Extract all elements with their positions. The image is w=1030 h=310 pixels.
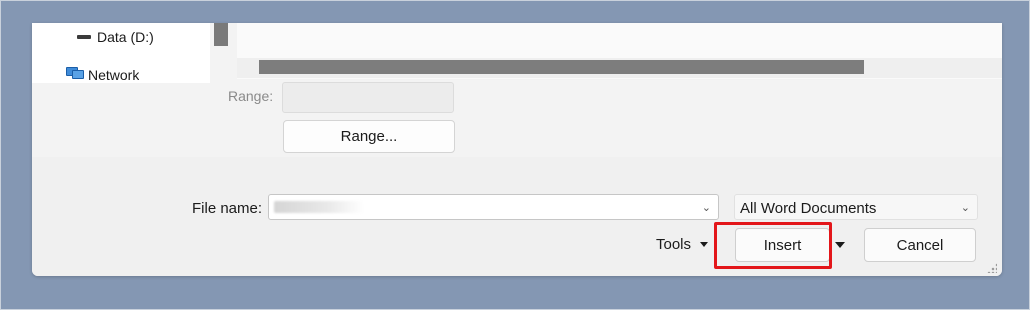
range-button[interactable]: Range... <box>283 120 455 153</box>
file-type-select[interactable]: All Word Documents ⌄ <box>734 194 978 220</box>
range-input[interactable] <box>282 82 454 113</box>
nav-item-label: Data (D:) <box>97 29 154 45</box>
nav-item-network[interactable]: Network <box>66 67 139 83</box>
network-icon <box>66 67 84 79</box>
tools-menu-button[interactable]: Tools <box>656 236 709 253</box>
insert-highlight-box <box>714 222 832 269</box>
horizontal-scrollbar-thumb[interactable] <box>259 60 864 74</box>
nav-item-label: Network <box>88 67 140 83</box>
tools-label: Tools <box>656 236 692 253</box>
caret-down-icon <box>700 242 709 247</box>
caret-down-icon <box>834 242 845 248</box>
file-name-input[interactable]: ⌄ <box>268 194 719 220</box>
range-label: Range: <box>228 88 274 104</box>
insert-options-dropdown[interactable] <box>831 228 848 262</box>
drive-icon <box>77 35 91 39</box>
cancel-button[interactable]: Cancel <box>864 228 976 262</box>
insert-file-dialog: Data (D:) Network Range: Range... File n… <box>32 23 1002 276</box>
chevron-down-icon: ⌄ <box>960 202 970 214</box>
navigation-pane: Data (D:) Network <box>32 23 210 83</box>
nav-scrollbar-thumb[interactable] <box>214 23 228 46</box>
blurred-file-name <box>274 201 364 213</box>
nav-item-data-drive[interactable]: Data (D:) <box>77 29 154 45</box>
chevron-down-icon[interactable]: ⌄ <box>702 201 711 214</box>
file-name-label: File name: <box>192 200 263 217</box>
file-type-selected: All Word Documents <box>740 200 877 217</box>
